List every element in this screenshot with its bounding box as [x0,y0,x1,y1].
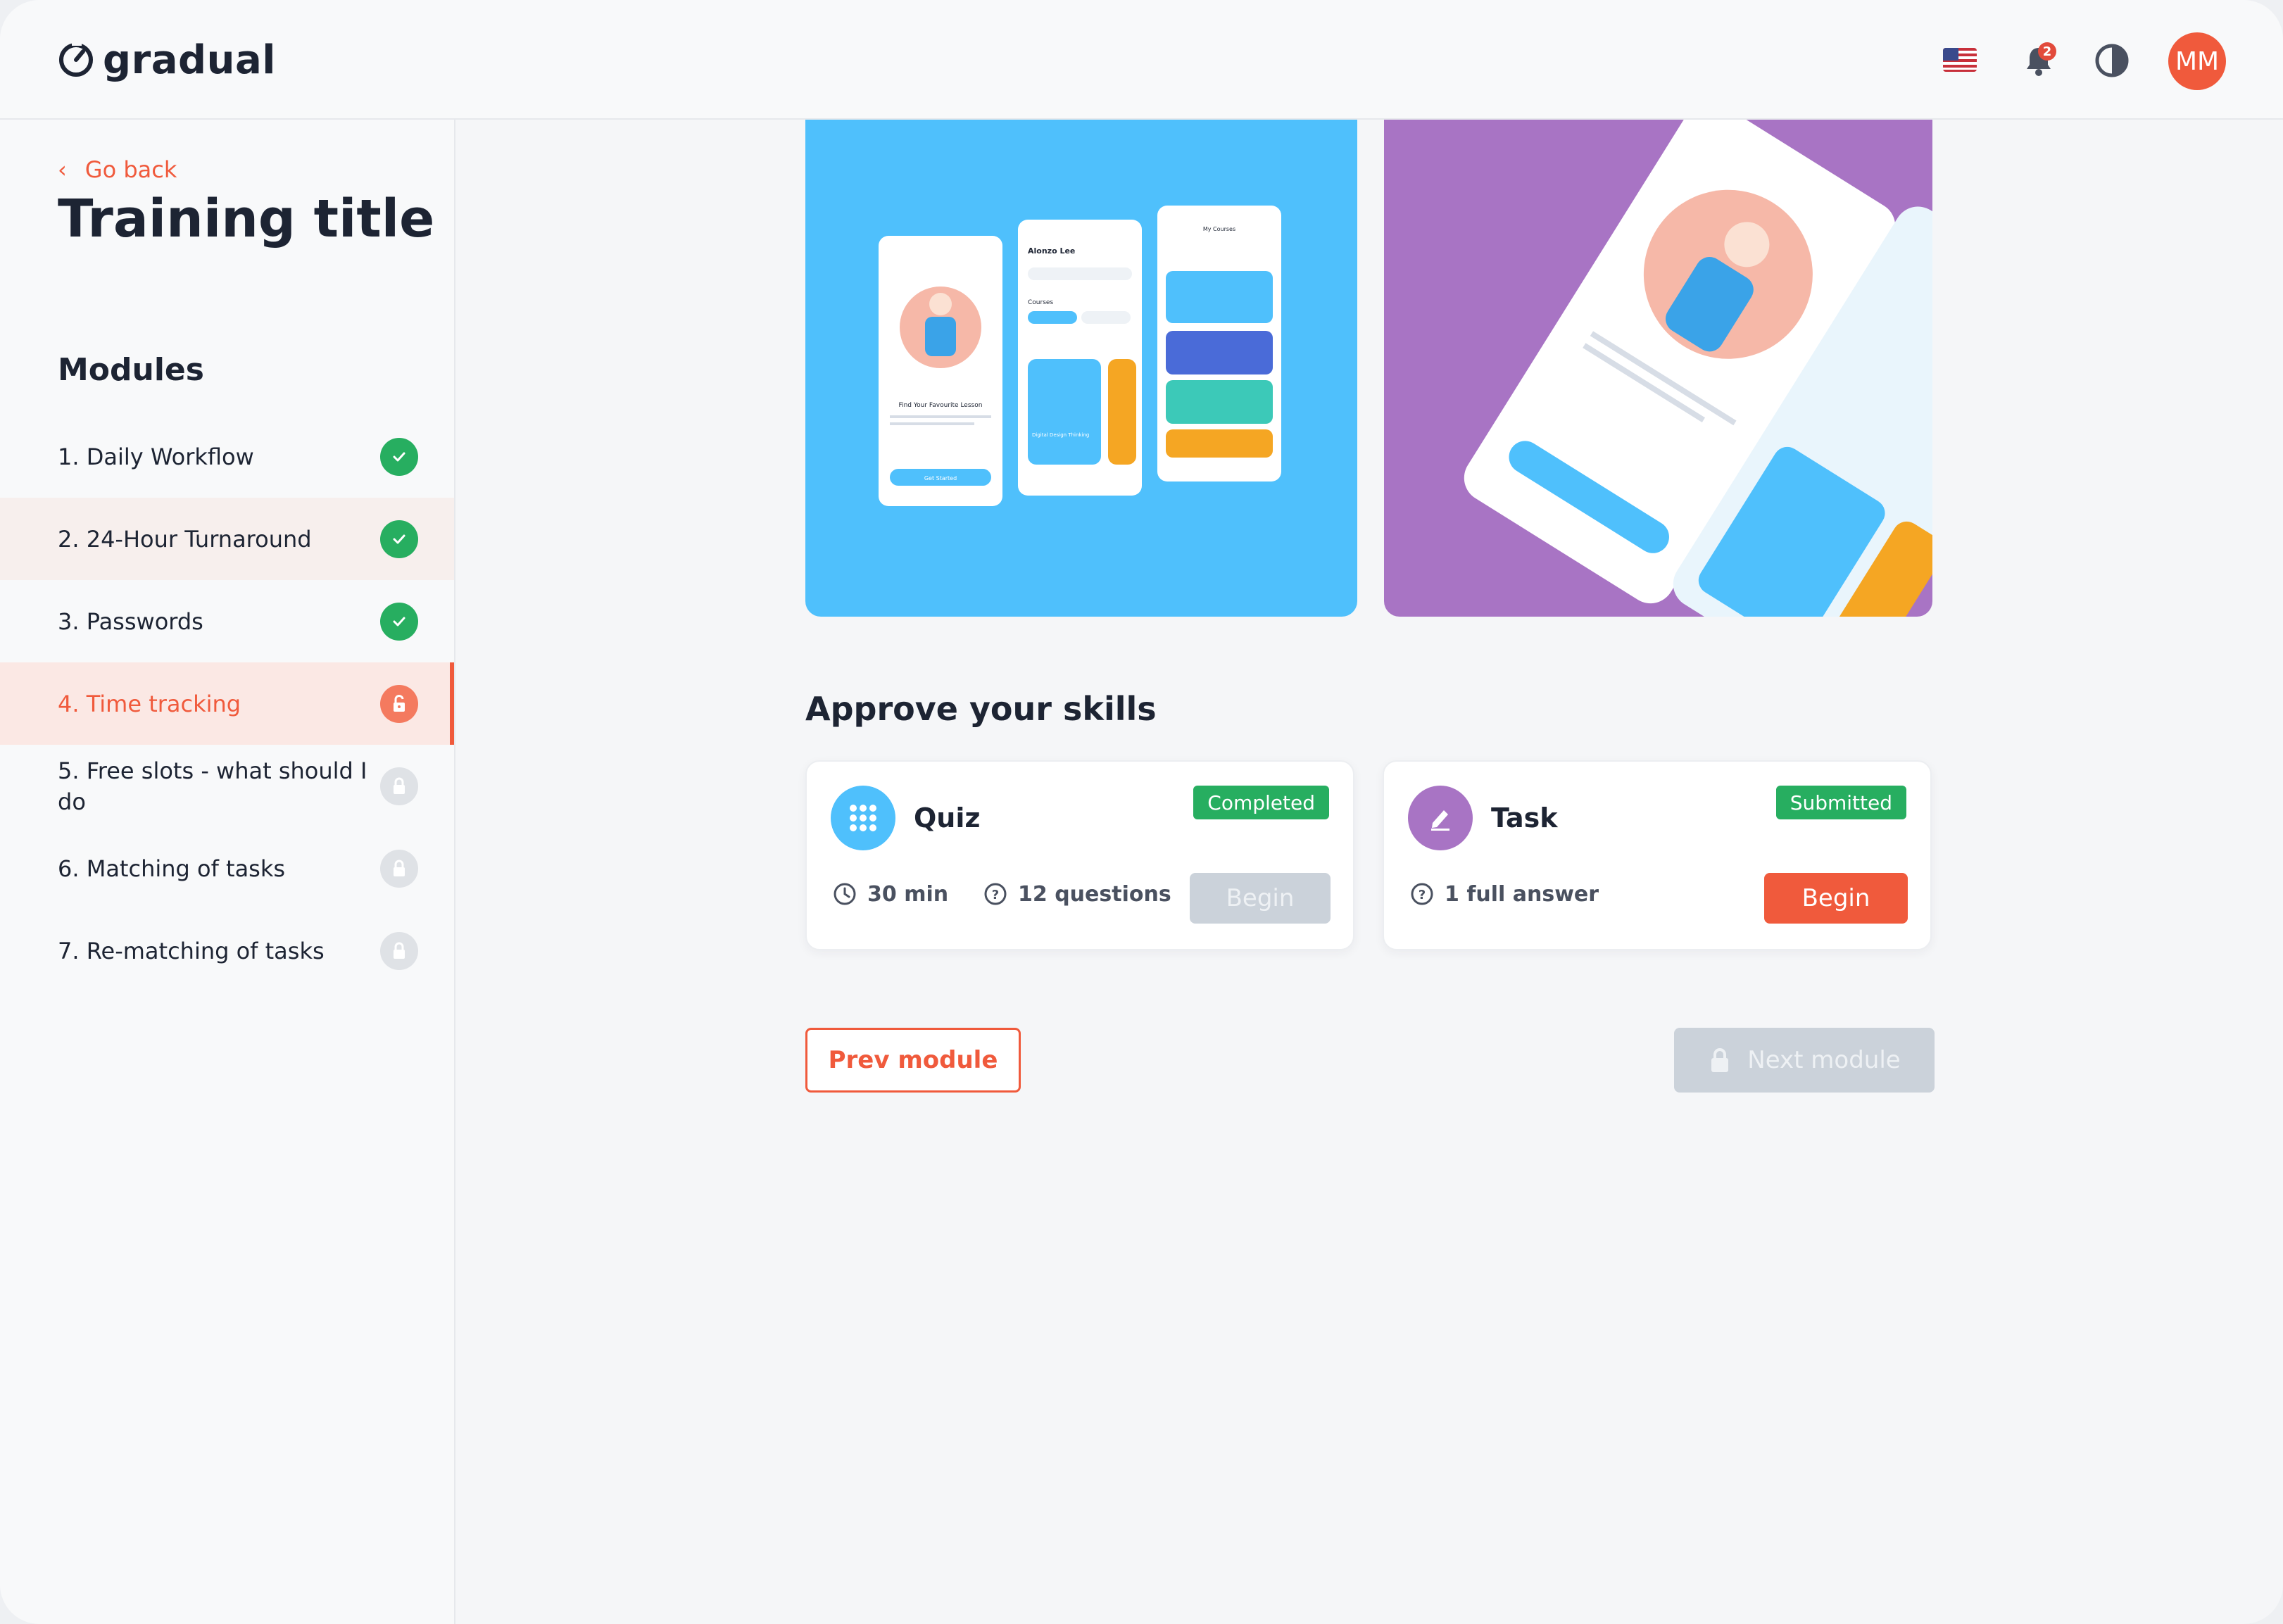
lock-icon [1711,1048,1729,1072]
module-item-7[interactable]: 7. Re-matching of tasks [0,909,454,992]
check-icon [380,438,418,476]
lock-icon [380,850,418,888]
prev-module-button[interactable]: Prev module [805,1028,1021,1093]
app-mockup-illustration: Find Your Favourite Lesson Get Started A… [879,206,1281,506]
quiz-duration: 30 min [832,881,948,907]
duration-label: 30 min [867,881,949,907]
screen3-title: My Courses [1203,226,1235,232]
chevron-left-icon: ‹ [58,156,67,183]
module-item-3[interactable]: 3. Passwords [0,580,454,662]
task-answers: ? 1 full answer [1409,881,1599,907]
module-item-1[interactable]: 1. Daily Workflow [0,415,454,498]
hero-image-blue: Find Your Favourite Lesson Get Started A… [805,120,1357,617]
status-badge: Completed [1193,786,1329,819]
question-icon: ? [984,883,1007,905]
app-window: gradual 2 MM ‹ Go back Training title Mo… [0,0,2283,1624]
answers-label: 1 full answer [1445,881,1599,907]
us-flag-icon[interactable] [1943,48,1977,72]
module-item-2[interactable]: 2. 24-Hour Turnaround [0,498,454,580]
module-label: 4. Time tracking [58,690,241,717]
grid-icon [831,786,895,850]
hero-image-purple [1384,120,1932,617]
go-back-link[interactable]: ‹ Go back [58,156,177,183]
module-label: 5. Free slots - what should I do [58,757,367,815]
pencil-icon [1408,786,1473,850]
top-header: gradual 2 MM [0,0,2283,120]
check-icon [380,603,418,641]
module-item-6[interactable]: 6. Matching of tasks [0,827,454,909]
go-back-label: Go back [84,156,177,183]
lock-icon [380,932,418,970]
contrast-icon[interactable] [2094,42,2130,79]
tilted-phone-illustration [1464,120,1932,617]
quiz-card: Quiz Completed 30 min ? 12 questions Beg… [805,760,1354,950]
module-label: 7. Re-matching of tasks [58,937,325,964]
user-avatar[interactable]: MM [2168,32,2226,90]
next-module-button[interactable]: Next module [1674,1028,1935,1093]
module-list: 1. Daily Workflow 2. 24-Hour Turnaround … [0,415,454,992]
module-label: 6. Matching of tasks [58,855,286,882]
task-title: Task [1491,802,1558,833]
screen1-button: Get Started [924,475,957,481]
svg-text:?: ? [992,888,999,902]
quiz-title: Quiz [914,802,981,833]
next-module-label: Next module [1747,1046,1901,1074]
questions-label: 12 questions [1018,881,1171,907]
module-label: 3. Passwords [58,608,203,635]
task-begin-button[interactable]: Begin [1764,873,1908,924]
quiz-questions: ? 12 questions [983,881,1171,907]
screen1-heading: Find Your Favourite Lesson [899,402,983,409]
status-badge: Submitted [1775,786,1906,819]
quiz-begin-button[interactable]: Begin [1190,873,1331,924]
brand-name: gradual [103,37,276,83]
screen2-greeting: Alonzo Lee [1028,246,1075,256]
check-icon [380,520,418,558]
notification-count-badge: 2 [2038,42,2056,61]
modules-heading: Modules [58,352,204,388]
logo-gauge-icon [59,42,93,77]
module-item-4[interactable]: 4. Time tracking [0,662,454,745]
unlock-icon [380,685,418,723]
question-icon: ? [1411,883,1433,905]
section-title: Approve your skills [805,690,1157,728]
module-label: 2. 24-Hour Turnaround [58,525,312,553]
screen2-card-title: Digital Design Thinking [1032,432,1089,438]
screen2-section: Courses [1028,299,1053,306]
svg-text:?: ? [1419,888,1426,902]
clock-icon [834,883,856,905]
training-title: Training title [58,189,435,249]
brand-logo[interactable]: gradual [58,35,276,84]
lock-icon [380,767,418,805]
module-item-5[interactable]: 5. Free slots - what should I do [0,745,454,827]
task-card: Task Submitted ? 1 full answer Begin [1383,760,1932,950]
module-label: 1. Daily Workflow [58,443,254,470]
